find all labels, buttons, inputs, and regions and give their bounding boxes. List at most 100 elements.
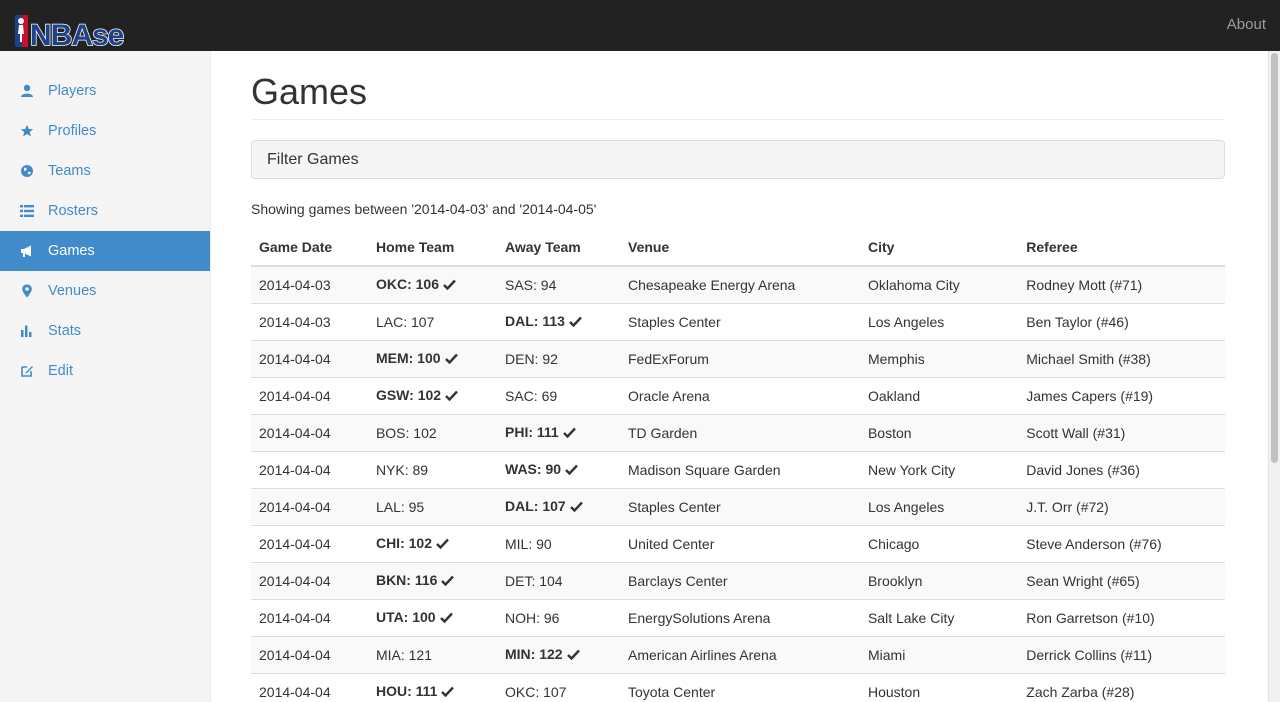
sidebar-item-edit[interactable]: Edit (0, 351, 210, 391)
table-row: 2014-04-04 MIA: 121 MIN: 122 American Airli… (251, 635, 1225, 673)
cell-away: WAS: 90 (497, 450, 620, 488)
home-value: CHI: 102 (375, 535, 432, 551)
sidebar-item-rosters[interactable]: Rosters (0, 191, 210, 231)
cell-away: SAS: 94 (497, 266, 620, 303)
table-row: 2014-04-03 LAC: 107 DAL: 113 Staples Center… (251, 302, 1225, 340)
date-value: 2014-04-03 (259, 313, 331, 330)
cell-away: DEN: 92 (497, 339, 620, 377)
games-table: Game Date Home Team Away Team Venue City Refe… (251, 228, 1225, 702)
cell-venue: Madison Square Garden (620, 450, 860, 488)
cell-referee: David Jones (#36) (1018, 450, 1225, 488)
page-scrollbar[interactable] (1268, 51, 1280, 702)
cell-venue: American Airlines Arena (620, 635, 860, 673)
user-icon (20, 83, 48, 99)
venue-value: Barclays Center (628, 572, 728, 589)
date-value: 2014-04-04 (259, 350, 331, 367)
home-value: BKN: 116 (375, 572, 438, 588)
venue-value: Oracle Arena (628, 387, 710, 404)
cell-date: 2014-04-04 (251, 561, 368, 599)
edit-icon (20, 363, 48, 379)
cell-home: MIA: 121 (367, 635, 497, 673)
column-header[interactable]: Game Date (251, 228, 368, 267)
cell-referee: Ben Taylor (#46) (1018, 302, 1225, 340)
scrollbar-thumb[interactable] (1271, 53, 1278, 463)
referee-value: Derrick Collins (#11) (1026, 646, 1153, 663)
cell-city: Oklahoma City (859, 266, 1019, 303)
title-divider (251, 119, 1225, 120)
cell-venue: Barclays Center (620, 561, 860, 599)
cell-venue: TD Garden (620, 413, 860, 451)
venue-value: Chesapeake Energy Arena (628, 276, 796, 293)
venue-value: TD Garden (628, 424, 698, 441)
venue-value: Staples Center (628, 313, 721, 330)
date-value: 2014-04-04 (259, 683, 331, 700)
cell-venue: Oracle Arena (620, 376, 860, 414)
about-link[interactable]: About (1227, 16, 1266, 33)
date-value: 2014-04-04 (259, 572, 331, 589)
date-value: 2014-04-03 (259, 276, 331, 293)
cell-away: MIL: 90 (497, 524, 620, 562)
sidebar-item-games[interactable]: Games (0, 231, 210, 271)
cell-city: Los Angeles (859, 302, 1019, 340)
sidebar-item-teams[interactable]: Teams (0, 151, 210, 191)
sidebar-item-profiles[interactable]: Profiles (0, 111, 210, 151)
sidebar-item-players[interactable]: Players (0, 71, 210, 111)
referee-value: Rodney Mott (#71) (1026, 276, 1143, 293)
cell-city: Miami (859, 635, 1019, 673)
venue-value: Madison Square Garden (628, 461, 781, 478)
away-value: SAC: 69 (505, 387, 558, 404)
referee-value: Zach Zarba (#28) (1026, 683, 1135, 700)
table-row: 2014-04-04 LAL: 95 DAL: 107 Staples Center L… (251, 487, 1225, 525)
cell-referee: Derrick Collins (#11) (1018, 635, 1225, 673)
cell-referee: Steve Anderson (#76) (1018, 524, 1225, 562)
cell-home: GSW: 102 (367, 376, 497, 414)
cell-city: New York City (859, 450, 1019, 488)
away-value: MIN: 122 (505, 646, 563, 662)
column-header[interactable]: Referee (1018, 228, 1225, 267)
date-value: 2014-04-04 (259, 461, 331, 478)
cell-home: HOU: 111 (367, 672, 497, 702)
away-value: DAL: 107 (505, 498, 566, 514)
referee-value: Michael Smith (#38) (1026, 350, 1151, 367)
cell-away: PHI: 111 (497, 413, 620, 451)
referee-value: James Capers (#19) (1026, 387, 1154, 404)
winner-check-icon (569, 314, 582, 330)
cell-date: 2014-04-04 (251, 598, 368, 636)
city-value: Miami (867, 646, 906, 663)
filter-games-panel[interactable]: Filter Games (251, 140, 1225, 179)
cell-home: LAC: 107 (367, 302, 497, 340)
cell-home: BKN: 116 (367, 561, 497, 599)
sidebar-item-stats[interactable]: Stats (0, 311, 210, 351)
column-header[interactable]: Venue (620, 228, 860, 267)
winner-check-icon (441, 573, 455, 589)
cell-away: DET: 104 (497, 561, 620, 599)
column-header[interactable]: Home Team (367, 228, 497, 267)
sidebar-item-venues[interactable]: Venues (0, 271, 210, 311)
table-row: 2014-04-03 OKC: 106 SAS: 94 Chesapeake Ener… (251, 266, 1225, 303)
sidebar-item-label: Teams (48, 163, 91, 179)
sidebar-item-label: Edit (48, 363, 73, 379)
cell-city: Los Angeles (859, 487, 1019, 525)
date-value: 2014-04-04 (259, 424, 331, 441)
sidebar-item-label: Players (48, 83, 97, 99)
home-value: OKC: 106 (375, 276, 439, 293)
away-value: DAL: 113 (505, 313, 565, 329)
away-value: OKC: 107 (505, 683, 567, 700)
date-value: 2014-04-04 (259, 646, 331, 663)
table-row: 2014-04-04 BOS: 102 PHI: 111 TD Garden Bosto… (251, 413, 1225, 451)
table-row: 2014-04-04 HOU: 111 OKC: 107 Toyota Center H… (251, 672, 1225, 702)
table-header-row: Game Date Home Team Away Team Venue City Refe… (251, 228, 1225, 267)
city-value: New York City (867, 461, 956, 478)
winner-check-icon (441, 684, 455, 700)
winner-check-icon (566, 647, 580, 663)
column-header[interactable]: City (859, 228, 1019, 267)
brand-logo[interactable]: NBAse (14, 12, 126, 48)
column-header[interactable]: Away Team (497, 228, 620, 267)
venue-value: FedExForum (628, 350, 709, 367)
cell-date: 2014-04-04 (251, 635, 368, 673)
home-value: MIA: 121 (375, 646, 432, 663)
table-row: 2014-04-04 UTA: 100 NOH: 96 EnergySolutions… (251, 598, 1225, 636)
cell-venue: Staples Center (620, 302, 860, 340)
cell-venue: FedExForum (620, 339, 860, 377)
city-value: Los Angeles (867, 498, 945, 515)
